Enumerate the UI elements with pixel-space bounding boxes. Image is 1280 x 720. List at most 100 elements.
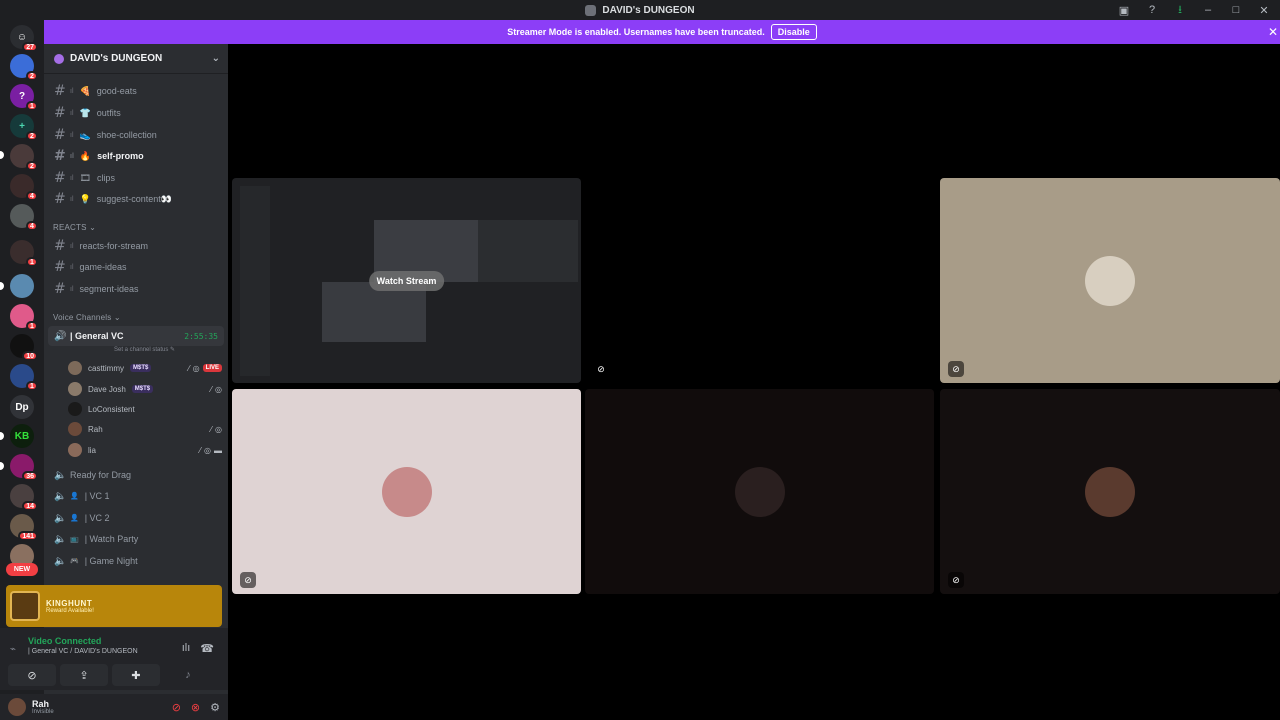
stream-tile[interactable]: Watch Stream <box>232 178 581 383</box>
channel-label: suggest-content👀 <box>96 193 172 204</box>
guild-name: DAVID's DUNGEON <box>70 53 163 64</box>
minimize-icon[interactable]: – <box>1200 2 1216 18</box>
channel-self-promo[interactable]: # ıl 🔥 self-promo <box>48 146 224 166</box>
hash-icon: # <box>54 259 66 275</box>
avatar <box>381 466 432 517</box>
channel-status-text: Set a channel status <box>114 347 169 353</box>
screen-share-button[interactable]: ⇪ <box>60 664 108 686</box>
user-name[interactable]: Rah <box>32 699 54 709</box>
noise-suppression-icon[interactable]: ılı <box>182 642 191 655</box>
video-tile[interactable]: ⊘ <box>940 389 1280 594</box>
gamepad-icon: ✚ <box>131 669 141 682</box>
reward-title: KINGHUNT <box>46 598 93 608</box>
camera-icon: ◎ <box>215 424 222 434</box>
preview-pane <box>240 186 270 376</box>
disable-button[interactable]: Disable <box>770 24 817 40</box>
disconnect-icon[interactable]: ☎ <box>200 642 214 655</box>
reward-card[interactable]: KINGHUNT Reward Available! <box>6 585 222 627</box>
camera-off-icon: ⊘ <box>948 361 964 377</box>
server-icon[interactable]: 14 <box>10 484 38 511</box>
channel-suggest-content[interactable]: # ıl 💡 suggest-content👀 <box>48 189 224 209</box>
video-tile[interactable]: ⊘ <box>940 178 1280 383</box>
camera-off-icon: ⊘ <box>948 572 964 588</box>
activities-button[interactable]: ✚ <box>112 664 160 686</box>
banner-message: Streamer Mode is enabled. Usernames have… <box>507 27 765 37</box>
channel-status[interactable]: Set a channel status ✎ <box>114 346 175 353</box>
voice-member[interactable]: casttimmy M$T$ ⁄ ◎ LIVE <box>68 359 224 377</box>
screen-share-icon: ⇪ <box>79 669 89 682</box>
voice-channel-game-night[interactable]: 🔈 🎮 | Game Night <box>48 551 224 571</box>
soundboard-button[interactable]: ♪ <box>164 664 212 686</box>
camera-off-button[interactable]: ⊘ <box>8 664 56 686</box>
server-icon[interactable]: 2 <box>10 54 38 81</box>
voice-member[interactable]: Dave Josh M$T$ ⁄ ◎ <box>68 380 224 398</box>
voice-member[interactable]: LoConsistent <box>68 400 224 418</box>
channel-segment-ideas[interactable]: # ıl segment-ideas <box>48 279 224 299</box>
server-icon[interactable]: 4 <box>10 174 38 201</box>
server-icon[interactable]: 36 <box>10 454 38 481</box>
hash-icon: # <box>54 148 66 164</box>
voice-channel-ready-for-drag[interactable]: 🔈 Ready for Drag <box>48 465 224 485</box>
server-icon[interactable]: +2 <box>10 114 38 141</box>
speaker-icon: 🔈 <box>54 469 67 481</box>
guild-icon <box>54 53 64 64</box>
maximize-icon[interactable]: □ <box>1228 2 1244 18</box>
channel-reacts-for-stream[interactable]: # ıl reacts-for-stream <box>48 236 224 256</box>
server-icon[interactable]: 10 <box>10 334 38 361</box>
channel-label: self-promo <box>97 151 144 161</box>
help-icon[interactable]: ? <box>1144 2 1160 18</box>
avatar <box>68 443 82 457</box>
avatar[interactable] <box>8 698 26 716</box>
guild-header[interactable]: DAVID's DUNGEON ⌄ <box>44 44 228 74</box>
channel-game-ideas[interactable]: # ıl game-ideas <box>48 257 224 277</box>
voice-member[interactable]: lia ⁄ ◎ ▬ <box>68 441 224 459</box>
connection-location[interactable]: | General VC / DAVID's DUNGEON <box>28 648 138 655</box>
divider-glyph: ıl <box>70 174 74 182</box>
banner-close-icon[interactable]: ✕ <box>1268 25 1278 39</box>
video-tile[interactable] <box>585 389 934 594</box>
close-window-icon[interactable]: ✕ <box>1256 2 1272 18</box>
reward-image <box>10 591 40 621</box>
unread-indicator <box>0 282 4 290</box>
video-tile[interactable]: ⊘ <box>232 389 581 594</box>
camera-icon: ◎ <box>215 384 222 394</box>
channel-label: | Game Night <box>84 556 138 566</box>
headphones-deafened-icon[interactable]: ⊗ <box>191 701 200 714</box>
server-icon[interactable] <box>10 274 34 298</box>
channel-shoe-collection[interactable]: # ıl 👟 shoe-collection <box>48 125 224 145</box>
speaker-icon: 🔈 <box>54 512 67 524</box>
server-icon[interactable]: 141 <box>10 514 38 541</box>
watch-stream-button[interactable]: Watch Stream <box>368 270 445 291</box>
channel-outfits[interactable]: # ıl 👕 outfits <box>48 103 224 123</box>
video-tile[interactable]: ⊘ <box>585 178 934 383</box>
voice-channel-vc2[interactable]: 🔈 👤 | VC 2 <box>48 508 224 528</box>
server-icon[interactable]: 1 <box>10 304 38 331</box>
signal-icon[interactable]: ⌁ <box>10 644 16 655</box>
member-name: Rah <box>88 424 103 434</box>
gear-icon[interactable]: ⚙ <box>210 701 220 714</box>
server-icon[interactable]: ? 1 <box>10 84 38 111</box>
category-reacts[interactable]: REACTS ⌄ <box>53 223 96 232</box>
server-icon[interactable]: 1 <box>10 240 38 267</box>
avatar <box>734 466 785 517</box>
direct-messages-icon[interactable]: ☺ 27 <box>10 25 38 52</box>
voice-channel-vc1[interactable]: 🔈 👤 | VC 1 <box>48 486 224 506</box>
voice-channel-watch-party[interactable]: 🔈 📺 | Watch Party <box>48 529 224 549</box>
mic-muted-icon: ⁄ <box>210 424 213 434</box>
inbox-icon[interactable]: ▣ <box>1116 2 1132 18</box>
server-icon[interactable]: 2 <box>10 144 38 171</box>
voice-channel-general[interactable]: 🔊 | General VC 2:55:35 <box>48 326 224 346</box>
server-icon[interactable]: 4 <box>10 204 38 231</box>
new-badge[interactable]: NEW <box>6 563 38 576</box>
download-icon[interactable]: ⭳ <box>1172 2 1188 18</box>
channel-label: clips <box>96 173 115 183</box>
server-icon[interactable]: KB <box>10 424 34 448</box>
server-icon[interactable]: 1 <box>10 364 38 391</box>
mic-muted-icon[interactable]: ⊘ <box>172 701 181 714</box>
channel-good-eats[interactable]: # ıl 🍕 good-eats <box>48 81 224 101</box>
voice-member[interactable]: Rah ⁄ ◎ <box>68 420 224 438</box>
connection-status[interactable]: Video Connected <box>28 636 138 646</box>
server-dp[interactable]: Dp <box>10 395 34 419</box>
category-voice-channels[interactable]: Voice Channels ⌄ <box>53 313 121 322</box>
channel-clips[interactable]: # ıl 🎞 clips <box>48 168 224 188</box>
